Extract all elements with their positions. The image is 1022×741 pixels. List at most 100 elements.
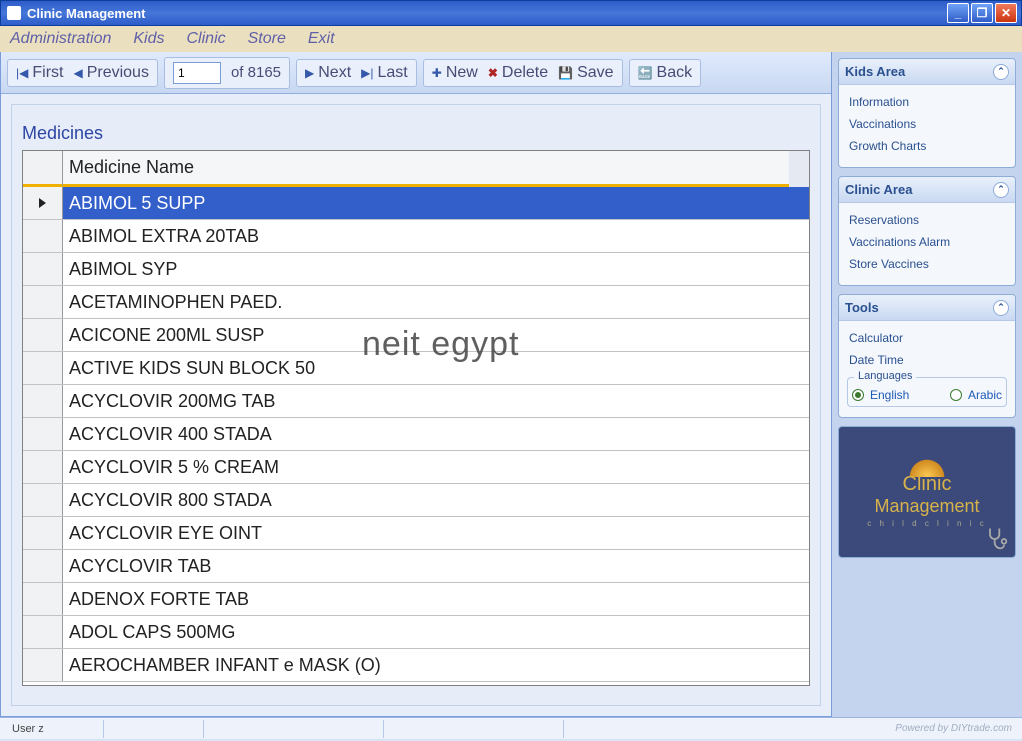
table-row[interactable]: ABIMOL 5 SUPP [23,187,809,220]
medicine-name-cell: ABIMOL EXTRA 20TAB [63,220,809,252]
medicine-name-cell: ABIMOL SYP [63,253,809,285]
clinic-link[interactable]: Reservations [847,209,1007,231]
window-controls: _ ❐ ✕ [947,3,1017,23]
row-header [23,583,63,615]
medicine-name-cell: ADOL CAPS 500MG [63,616,809,648]
save-button[interactable]: 💾 Save [558,64,613,82]
chevron-up-icon[interactable]: ⌃ [993,182,1009,198]
table-row[interactable]: ACYCLOVIR 5 % CREAM [23,451,809,484]
panel-header-clinic[interactable]: Clinic Area ⌃ [839,177,1015,203]
menu-kids[interactable]: Kids [133,30,164,48]
table-row[interactable]: ACYCLOVIR 400 STADA [23,418,809,451]
menu-exit[interactable]: Exit [308,30,335,48]
row-pointer-icon [39,198,46,208]
menu-bar: Administration Kids Clinic Store Exit [0,26,1022,52]
next-button[interactable]: ▶ Next [305,64,351,82]
page-total: of 8165 [231,64,281,81]
status-seg-4 [384,720,564,738]
logo-line3: c h i l d c l i n i c [867,519,986,528]
table-row[interactable]: AEROCHAMBER INFANT e MASK (O) [23,649,809,682]
tools-link[interactable]: Date Time [847,349,1007,371]
delete-button[interactable]: ✖ Delete [488,64,548,82]
medicines-grid: Medicine Name ABIMOL 5 SUPPABIMOL EXTRA … [22,150,810,686]
title-bar: Clinic Management _ ❐ ✕ [0,0,1022,26]
app-icon [7,6,21,20]
logo-line2: Management [874,496,979,517]
kids-link[interactable]: Information [847,91,1007,113]
grid-body[interactable]: ABIMOL 5 SUPPABIMOL EXTRA 20TABABIMOL SY… [23,187,809,685]
first-button[interactable]: |◀ First [16,64,63,82]
status-seg-2 [104,720,204,738]
minimize-button[interactable]: _ [947,3,969,23]
row-header [23,550,63,582]
table-row[interactable]: ACYCLOVIR EYE OINT [23,517,809,550]
table-row[interactable]: ACETAMINOPHEN PAED. [23,286,809,319]
last-button[interactable]: ▶| Last [361,64,408,82]
medicine-name-cell: AEROCHAMBER INFANT e MASK (O) [63,649,809,681]
close-button[interactable]: ✕ [995,3,1017,23]
column-header-name[interactable]: Medicine Name [63,151,789,187]
clinic-link[interactable]: Vaccinations Alarm [847,231,1007,253]
medicine-name-cell: ADENOX FORTE TAB [63,583,809,615]
medicine-name-cell: ACYCLOVIR EYE OINT [63,517,809,549]
row-header [23,649,63,681]
row-header [23,352,63,384]
row-header [23,418,63,450]
chevron-up-icon[interactable]: ⌃ [993,64,1009,80]
stethoscope-icon [983,525,1011,553]
panel-header-kids[interactable]: Kids Area ⌃ [839,59,1015,85]
label-arabic: Arabic [968,388,1002,402]
table-row[interactable]: ABIMOL SYP [23,253,809,286]
clinic-link[interactable]: Store Vaccines [847,253,1007,275]
row-header [23,286,63,318]
kids-link[interactable]: Growth Charts [847,135,1007,157]
radio-arabic[interactable] [950,389,962,401]
table-row[interactable]: ACICONE 200ML SUSP [23,319,809,352]
row-header [23,220,63,252]
section-title: Medicines [22,123,814,144]
language-label: Languages [854,370,916,382]
row-header [23,616,63,648]
table-row[interactable]: ACYCLOVIR 200MG TAB [23,385,809,418]
kids-link[interactable]: Vaccinations [847,113,1007,135]
table-row[interactable]: ABIMOL EXTRA 20TAB [23,220,809,253]
status-user: User z [4,720,104,738]
panel-header-tools[interactable]: Tools ⌃ [839,295,1015,321]
medicine-name-cell: ACYCLOVIR 400 STADA [63,418,809,450]
table-row[interactable]: ADENOX FORTE TAB [23,583,809,616]
page-input[interactable] [173,62,221,84]
chevron-up-icon[interactable]: ⌃ [993,300,1009,316]
label-english: English [870,388,909,402]
panel-kids-area: Kids Area ⌃ InformationVaccinationsGrowt… [838,58,1016,168]
row-header [23,484,63,516]
table-row[interactable]: ADOL CAPS 500MG [23,616,809,649]
radio-english[interactable] [852,389,864,401]
row-header [23,451,63,483]
medicine-name-cell: ACYCLOVIR 800 STADA [63,484,809,516]
maximize-button[interactable]: ❐ [971,3,993,23]
grid-corner [23,151,63,187]
row-header [23,517,63,549]
row-header [23,319,63,351]
menu-clinic[interactable]: Clinic [187,30,226,48]
panel-title-clinic: Clinic Area [845,182,912,197]
record-navigator: |◀ First ◀ Previous of 8165 ▶ Next ▶| La… [1,52,831,94]
previous-button[interactable]: ◀ Previous [73,64,148,82]
medicine-name-cell: ABIMOL 5 SUPP [63,187,809,219]
tools-link[interactable]: Calculator [847,327,1007,349]
menu-administration[interactable]: Administration [10,30,111,48]
menu-store[interactable]: Store [248,30,286,48]
scroll-gutter [789,151,809,187]
window-title: Clinic Management [27,6,947,21]
table-row[interactable]: ACYCLOVIR 800 STADA [23,484,809,517]
new-button[interactable]: ✚ New [432,64,478,82]
back-button[interactable]: 🔙 Back [638,64,693,82]
language-group: Languages English Arabic [847,377,1007,407]
row-header [23,187,63,219]
table-row[interactable]: ACYCLOVIR TAB [23,550,809,583]
status-seg-3 [204,720,384,738]
panel-title-kids: Kids Area [845,64,905,79]
panel-title-tools: Tools [845,300,879,315]
table-row[interactable]: ACTIVE KIDS SUN BLOCK 50 [23,352,809,385]
medicine-name-cell: ACYCLOVIR 200MG TAB [63,385,809,417]
